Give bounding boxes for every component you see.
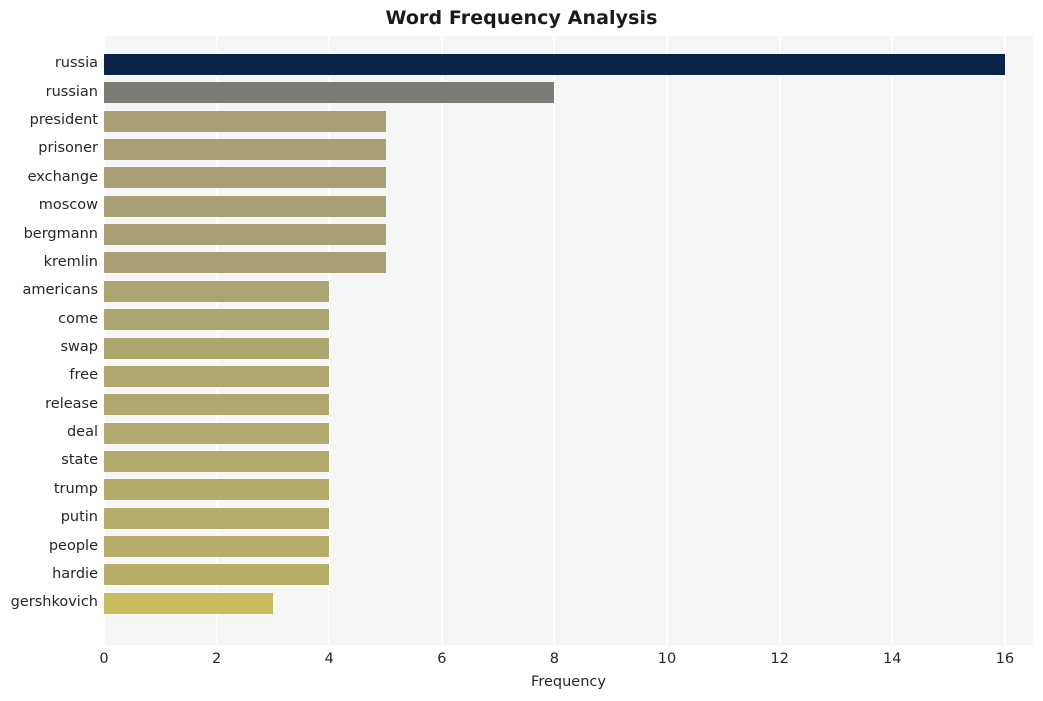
gridline-x-14 [891,36,894,645]
bar-free[interactable] [104,365,330,387]
bar-gershkovich[interactable] [104,592,273,614]
y-tick-label-hardie: hardie [52,565,98,582]
x-tick-label-8: 8 [549,651,560,667]
y-tick-label-deal: deal [66,424,98,441]
y-tick-label-come: come [58,310,98,327]
bar-exchange[interactable] [104,167,386,189]
y-tick-label-putin: putin [60,509,98,526]
bar-people[interactable] [104,536,330,558]
plot-area [104,36,1033,645]
page-title: Word Frequency Analysis [385,7,658,29]
chart-figure: Word Frequency Analysis russia russian pre… [0,0,1043,701]
y-tick-label-state: state [61,452,98,469]
x-tick-label-6: 6 [437,651,447,667]
bar-americans[interactable] [104,280,330,302]
gridline-x-12 [778,36,781,645]
y-tick-label-americans: americans [22,282,98,299]
bar-russia[interactable] [104,53,1005,75]
y-tick-label-moscow: moscow [38,197,98,214]
bar-moscow[interactable] [104,195,386,217]
bar-president[interactable] [104,110,386,132]
x-tick-label-14: 14 [883,651,902,667]
x-tick-label-10: 10 [657,651,677,667]
bar-state[interactable] [104,450,330,472]
bar-prisoner[interactable] [104,138,386,160]
bar-come[interactable] [104,309,330,331]
x-tick-label-12: 12 [770,651,789,667]
gridline-x-16 [1003,36,1006,645]
bar-release[interactable] [104,394,330,416]
y-tick-label-release: release [45,395,98,412]
x-tick-label-2: 2 [211,651,222,667]
y-tick-label-swap: swap [60,339,98,356]
y-tick-label-exchange: exchange [27,168,98,185]
x-axis-tick-labels: 0 2 4 6 8 10 12 14 16 [99,645,1033,673]
bar-kremlin[interactable] [104,252,386,274]
y-axis-tick-labels: russia russian president prisoner exchange mo… [0,36,98,645]
y-tick-label-russian: russian [45,83,98,100]
y-tick-label-president: president [29,112,98,129]
y-tick-label-free: free [69,367,98,384]
x-tick-label-0: 0 [99,651,109,667]
bar-trump[interactable] [104,479,330,501]
bar-hardie[interactable] [104,564,330,586]
x-tick-label-16: 16 [995,651,1015,667]
y-tick-label-kremlin: kremlin [43,253,98,270]
gridline-x-6 [440,36,443,645]
bar-swap[interactable] [104,337,330,359]
bar-russian[interactable] [104,82,555,104]
x-axis-label: Frequency [531,674,606,690]
y-tick-label-people: people [48,537,98,554]
gridline-x-8 [553,36,556,645]
x-tick-label-4: 4 [324,651,334,667]
bar-bergmann[interactable] [104,224,386,246]
bar-deal[interactable] [104,422,330,444]
y-tick-label-bergmann: bergmann [23,225,98,242]
y-tick-label-prisoner: prisoner [38,140,98,157]
y-tick-label-russia: russia [54,55,98,72]
bar-putin[interactable] [104,507,330,529]
gridline-x-10 [666,36,669,645]
y-tick-label-gershkovich: gershkovich [10,594,98,611]
y-tick-label-trump: trump [53,480,98,497]
